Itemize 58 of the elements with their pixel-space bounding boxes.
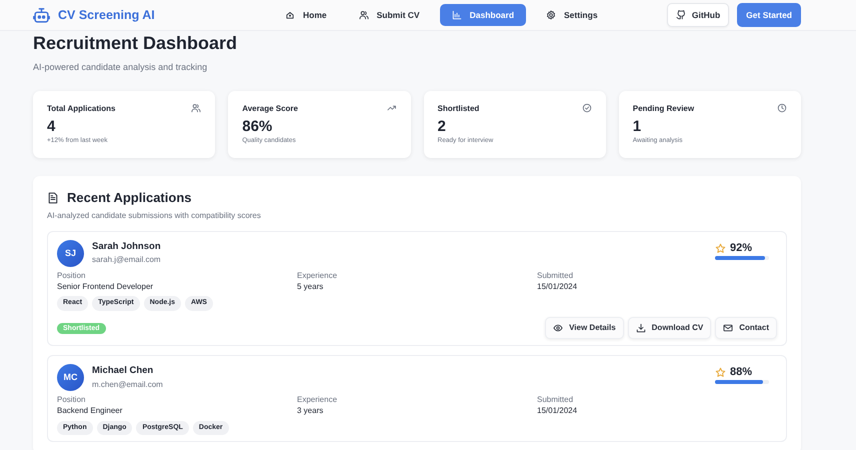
stat-title: Shortlisted: [438, 103, 480, 116]
field-label: Position: [57, 270, 86, 282]
settings-icon: [546, 10, 556, 20]
home-icon: [285, 10, 295, 20]
stat-title: Average Score: [242, 103, 298, 116]
avatar: SJ: [57, 240, 84, 267]
section-subtitle: AI-analyzed candidate submissions with compatibility scores: [47, 210, 262, 222]
score-value: 88%: [730, 364, 752, 380]
trend-up-icon: [386, 103, 396, 114]
nav-tab[interactable]: Dashboard: [440, 4, 526, 26]
field-value: 15/01/2024: [537, 406, 578, 417]
field-value: 15/01/2024: [537, 282, 578, 292]
stat-value: 86%: [242, 119, 274, 136]
star-icon: [715, 366, 726, 378]
field-label: Experience: [297, 394, 338, 406]
github-button[interactable]: GitHub: [666, 2, 730, 28]
check-circle-icon: [582, 103, 592, 114]
avatar: MC: [57, 364, 84, 391]
users-icon: [191, 103, 202, 114]
github-icon: [676, 10, 686, 20]
download-icon: [636, 322, 646, 333]
candidate-email: sarah.j@email.com: [92, 254, 161, 266]
page-subtitle: AI-powered candidate analysis and tracking: [33, 60, 208, 74]
bar-chart-icon: [452, 10, 462, 20]
stat-title: Total Applications: [47, 103, 116, 116]
field-value: Senior Frontend Developer: [57, 282, 154, 292]
candidate-name: Sarah Johnson: [92, 240, 161, 254]
field-value: 3 years: [297, 406, 324, 417]
field-label: Position: [57, 394, 86, 406]
stat-value: 4: [47, 119, 56, 136]
page-title: Recruitment Dashboard: [33, 32, 238, 55]
action-button[interactable]: Download CV: [628, 316, 712, 339]
field-label: Submitted: [537, 270, 574, 282]
star-icon: [715, 242, 726, 254]
get-started-button[interactable]: Get Started: [737, 2, 801, 28]
candidate-name: Michael Chen: [92, 364, 154, 378]
action-button[interactable]: View Details: [545, 316, 624, 339]
robot-icon: [33, 6, 50, 24]
users-icon: [358, 10, 369, 20]
field-label: Submitted: [537, 394, 574, 406]
nav-tab[interactable]: Submit CV: [346, 4, 432, 26]
stat-value: 2: [438, 119, 447, 136]
brand-name[interactable]: CV Screening AI: [58, 6, 155, 24]
action-button[interactable]: Contact: [715, 316, 777, 339]
nav-tab[interactable]: Settings: [534, 4, 610, 26]
document-icon: [47, 192, 59, 204]
section-title: Recent Applications: [67, 189, 192, 208]
eye-icon: [553, 322, 564, 333]
clock-icon: [777, 103, 787, 114]
stat-value: 1: [632, 119, 642, 136]
candidate-email: m.chen@email.com: [92, 378, 163, 391]
nav-tab[interactable]: Home: [273, 4, 339, 26]
field-label: Experience: [297, 270, 338, 282]
stat-title: Pending Review: [632, 103, 694, 116]
field-value: 5 years: [297, 282, 324, 292]
mail-icon: [723, 322, 734, 333]
field-value: Backend Engineer: [57, 406, 124, 417]
score-value: 92%: [730, 240, 752, 256]
